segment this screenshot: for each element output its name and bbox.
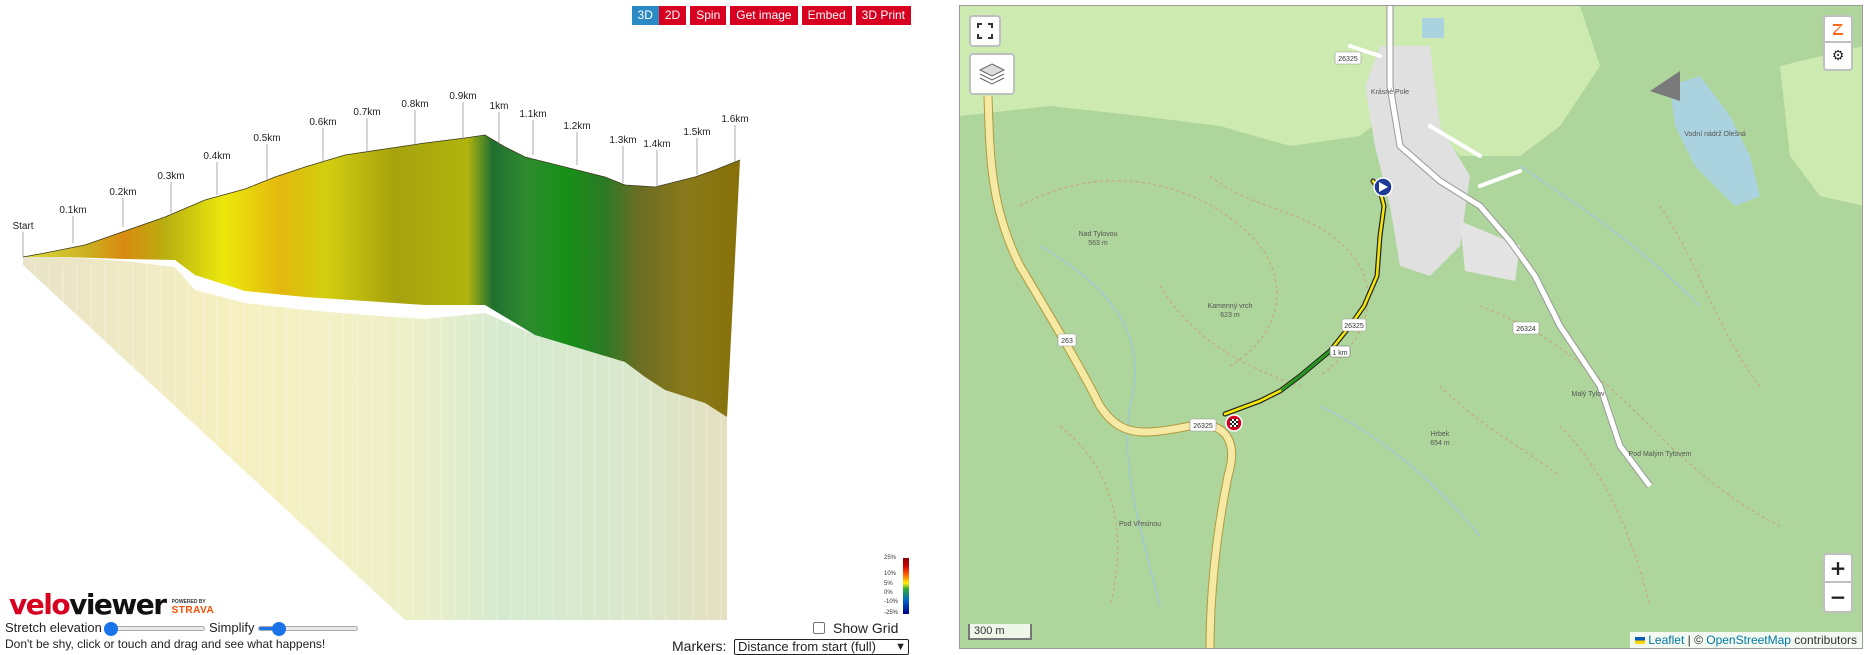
markers-label: Markers: [672, 638, 727, 654]
distance-marker-label: 0.1km [59, 205, 86, 216]
place-hill1: Nad Tylovou [1079, 231, 1118, 238]
meadow-area [960, 6, 1410, 146]
leaflet-link[interactable]: Leaflet [1648, 633, 1684, 647]
logo-viewer: viewer [69, 588, 167, 621]
zoom-out-button[interactable]: − [1823, 583, 1853, 613]
route-finish-marker[interactable] [1225, 414, 1243, 432]
route-start-marker[interactable] [1373, 177, 1393, 197]
distance-marker-label: 1km [490, 101, 509, 112]
distance-marker-label: 1.4km [643, 139, 670, 150]
place-hill3-elev: 654 m [1430, 440, 1450, 447]
simplify-thumb[interactable] [272, 622, 286, 636]
powered-by-strava: POWERED BY STRAVA [172, 599, 215, 618]
zwift-button[interactable] [1823, 15, 1853, 43]
distance-marker-label: 1.1km [519, 109, 546, 120]
place-forest-road: Pod Vřesinou [1119, 521, 1161, 528]
route-map[interactable]: 26325 263 26325 26324 26325 Krásné Pole … [959, 5, 1863, 649]
distance-marker-label: 0.8km [401, 99, 428, 110]
road-tag-26324: 26324 [1516, 326, 1536, 333]
stretch-elevation-thumb[interactable] [104, 622, 118, 636]
profile-svg[interactable]: Start 0.1km 0.2km 0.3km 0.4km 0.5km 0.6km 0.7km… [5, 5, 910, 620]
profile-toolbar: 3D 2D Spin Get image Embed 3D Print [631, 6, 911, 25]
road-tag-263: 263 [1061, 338, 1073, 345]
interaction-hint: Don't be shy, click or touch and drag an… [5, 637, 326, 651]
print-3d-button[interactable]: 3D Print [855, 6, 911, 25]
legend-label-max: 25% [884, 555, 897, 561]
distance-marker-label: 0.4km [203, 151, 230, 162]
legend-label-5: 5% [884, 581, 893, 587]
pond [1422, 18, 1444, 38]
fullscreen-button[interactable] [969, 15, 1001, 47]
distance-marker-label: 1.2km [563, 121, 590, 132]
view-2d-button[interactable]: 2D [658, 6, 687, 25]
map-attribution: Leaflet | © OpenStreetMap contributors [1629, 632, 1862, 648]
strava-logo: STRAVA [171, 605, 215, 616]
gradient-legend-bar [903, 558, 909, 614]
fullscreen-icon [977, 23, 993, 39]
legend-label-min: -25% [884, 610, 899, 616]
veloviewer-logo[interactable]: veloviewer POWERED BY STRAVA [9, 591, 215, 619]
attribution-suffix: contributors [1790, 633, 1857, 647]
route-line-shadow [1222, 178, 1387, 417]
distance-marker-label: 1.3km [609, 135, 636, 146]
simplify-slider[interactable] [258, 622, 358, 636]
legend-label-neg10: -10% [884, 599, 899, 605]
zwift-icon [1833, 24, 1843, 35]
view-3d-button[interactable]: 3D [631, 6, 659, 25]
show-grid-checkbox[interactable] [813, 622, 825, 634]
chevron-down-icon: ▼ [893, 640, 906, 654]
distance-marker-label: 0.5km [253, 133, 280, 144]
place-hill2-elev: 623 m [1220, 312, 1240, 319]
road-tag-1: 26325 [1338, 56, 1358, 63]
road-tag-3: 26325 [1344, 323, 1364, 330]
road-263 [983, 95, 1237, 648]
distance-marker-label: 0.3km [157, 171, 184, 182]
profile-3d-view[interactable]: Start 0.1km 0.2km 0.3km 0.4km 0.5km 0.6km 0.7km… [5, 5, 910, 620]
distance-marker-label: 1.5km [683, 127, 710, 138]
spin-button[interactable]: Spin [690, 6, 727, 25]
logo-velo: velo [9, 588, 71, 621]
road-tag-2: 26325 [1193, 423, 1213, 430]
legend-label-0: 0% [884, 590, 893, 596]
residential-area-2 [1460, 221, 1520, 281]
zoom-in-button[interactable]: + [1823, 553, 1853, 583]
dam [1650, 71, 1680, 101]
route-km-label: 1 km [1332, 350, 1347, 357]
profile-controls: Stretch elevation Simplify Show Grid () [5, 620, 910, 652]
layers-button[interactable] [969, 53, 1015, 95]
osm-link[interactable]: OpenStreetMap [1706, 633, 1791, 647]
gear-icon: ⚙ [1831, 48, 1845, 64]
legend-label-10: 10% [884, 571, 897, 577]
distance-marker-label: 0.7km [353, 107, 380, 118]
embed-button[interactable]: Embed [801, 6, 852, 25]
route-line-yellow [1223, 179, 1386, 416]
profile-panel: Start 0.1km 0.2km 0.3km 0.4km 0.5km 0.6km 0.7km… [0, 0, 915, 655]
attribution-sep: | © [1684, 633, 1707, 647]
distance-marker-label: 0.6km [309, 117, 336, 128]
place-hill5: Pod Malým Tylovem [1629, 451, 1692, 458]
place-hill1-elev: 563 m [1088, 240, 1108, 247]
layers-icon [978, 63, 1006, 85]
distance-marker-label: 0.2km [109, 187, 136, 198]
stretch-elevation-label: Stretch elevation [5, 620, 102, 635]
place-hill4: Malý Tylov [1572, 391, 1605, 398]
distance-marker-label: Start [12, 221, 33, 232]
simplify-label: Simplify [209, 620, 255, 635]
distance-marker-label: 0.9km [449, 91, 476, 102]
flag-icon [1634, 637, 1645, 645]
reservoir [1670, 76, 1760, 206]
place-hill2: Kamenný vrch [1208, 303, 1253, 310]
map-scale-bar: 300 m [968, 624, 1032, 640]
place-hill3: Hrbek [1431, 431, 1450, 438]
place-reservoir: Vodní nádrž Olešná [1684, 131, 1746, 138]
settings-button[interactable]: ⚙ [1823, 43, 1853, 71]
markers-select-value: Distance from start (full) [738, 639, 876, 654]
route-line-green [1280, 349, 1332, 392]
place-town: Krásné Pole [1371, 89, 1409, 96]
get-image-button[interactable]: Get image [730, 6, 798, 25]
map-canvas[interactable]: 26325 263 26325 26324 26325 Krásné Pole … [960, 6, 1863, 649]
distance-marker-label: 1.6km [721, 114, 748, 125]
stretch-elevation-slider[interactable] [104, 622, 205, 636]
